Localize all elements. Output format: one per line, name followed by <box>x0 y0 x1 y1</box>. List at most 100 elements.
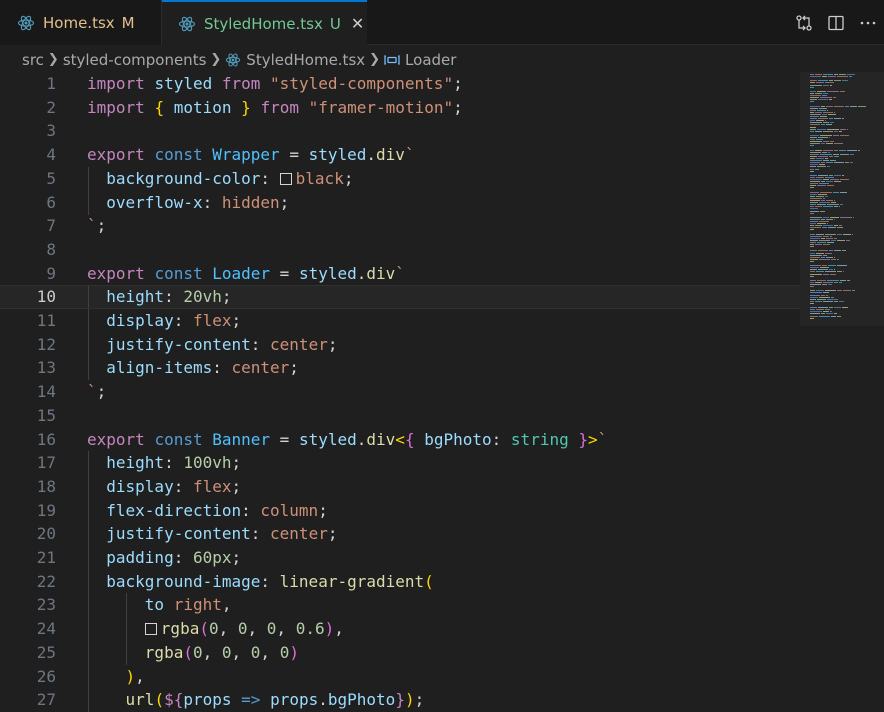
code-token: } <box>241 97 251 117</box>
tab-home-tsx[interactable]: Home.tsx M <box>0 0 162 45</box>
code-line[interactable]: 11 display: flex; <box>0 309 800 333</box>
minimap-line <box>826 256 833 258</box>
split-editor-icon[interactable] <box>820 0 852 45</box>
minimap-line <box>810 162 820 164</box>
minimap-line <box>820 97 832 99</box>
code-line[interactable]: 19 flex-direction: column; <box>0 498 800 523</box>
code-line[interactable]: 26 ), <box>0 664 800 689</box>
code-line[interactable]: 22 background-image: linear-gradient( <box>0 569 800 594</box>
minimap-line <box>810 197 822 199</box>
minimap-line <box>810 246 814 248</box>
breadcrumb-src[interactable]: src <box>22 51 44 69</box>
code-line[interactable]: 13 align-items: center; <box>0 356 800 381</box>
minimap-line <box>834 174 841 176</box>
code-token: < <box>395 429 405 449</box>
code-token: : <box>260 168 280 188</box>
code-token: const <box>154 263 203 283</box>
minimap-line <box>819 221 829 222</box>
code-line[interactable]: 2 import { motion } from "framer-motion"; <box>0 96 800 120</box>
minimap-line <box>821 143 825 145</box>
minimap-line <box>810 221 818 222</box>
minimap-line <box>810 239 818 241</box>
code-line[interactable]: 18 display: flex; <box>0 474 800 499</box>
minimap[interactable] <box>806 72 884 704</box>
minimap-line <box>815 130 822 132</box>
minimap-line <box>810 237 820 239</box>
breadcrumb-symbol[interactable]: Loader <box>405 51 456 69</box>
minimap-line <box>850 162 853 164</box>
minimap-line <box>834 225 838 227</box>
code-token: > <box>588 429 598 449</box>
tab-styledhome-tsx[interactable]: StyledHome.tsx U ✕ <box>162 0 367 45</box>
minimap-line <box>846 239 850 241</box>
color-swatch <box>144 623 157 636</box>
close-icon[interactable]: ✕ <box>351 14 364 33</box>
code-token: justify-content <box>106 524 251 544</box>
more-actions-icon[interactable] <box>852 0 884 45</box>
code-token: ) <box>125 666 136 686</box>
minimap-line <box>831 239 836 241</box>
minimap-line <box>823 160 829 162</box>
code-line[interactable]: 27 url(${props => props.bgPhoto}); <box>0 688 800 712</box>
code-line[interactable]: 4 export const Wrapper = styled.div` <box>0 143 800 167</box>
minimap-line <box>820 191 832 193</box>
minimap-line <box>843 271 844 273</box>
breadcrumb-file[interactable]: StyledHome.tsx <box>246 51 365 69</box>
line-number: 19 <box>36 500 56 520</box>
code-token: styled <box>298 429 357 449</box>
minimap-line <box>810 118 817 120</box>
minimap-line <box>817 204 826 206</box>
minimap-line <box>810 86 814 88</box>
minimap-line <box>810 216 822 218</box>
code-line[interactable]: 20 justify-content: center; <box>0 522 800 547</box>
code-token: , <box>221 595 232 615</box>
minimap-line <box>810 229 814 231</box>
tab-bar: Home.tsx M StyledHome.tsx U ✕ <box>0 0 884 45</box>
code-token: 0 <box>208 619 219 639</box>
code-line[interactable]: 1 import styled from "styled-components"; <box>0 72 800 96</box>
minimap-line <box>810 271 815 273</box>
minimap-line <box>817 242 826 243</box>
minimap-line <box>818 307 828 309</box>
minimap-line <box>834 74 838 75</box>
minimap-line <box>830 311 832 313</box>
code-line[interactable]: 7 `; <box>0 214 800 238</box>
minimap-line <box>827 128 839 130</box>
code-line[interactable]: 9 export const Loader = styled.div` <box>0 262 800 286</box>
code-line[interactable]: 21 padding: 60px; <box>0 546 800 570</box>
code-line[interactable]: 24 rgba(0, 0, 0, 0.6), <box>0 617 800 642</box>
minimap-line <box>834 300 838 302</box>
minimap-line <box>827 166 830 168</box>
code-line[interactable]: 3 <box>0 119 800 143</box>
code-line[interactable]: 6 overflow-x: hidden; <box>0 190 800 215</box>
minimap-line <box>821 294 825 296</box>
breadcrumb-folder[interactable]: styled-components <box>63 51 207 69</box>
code-line[interactable]: 15 <box>0 404 800 428</box>
code-line[interactable]: 10 height: 20vh; <box>0 285 800 310</box>
code-line[interactable]: 12 justify-content: center; <box>0 332 800 357</box>
code-line[interactable]: 25 rgba(0, 0, 0, 0) <box>0 640 800 665</box>
minimap-line <box>810 265 821 267</box>
code-line[interactable]: 16 export const Banner = styled.div<{ bgP… <box>0 428 800 452</box>
code-line[interactable]: 14 `; <box>0 380 800 404</box>
code-token: from <box>260 97 299 117</box>
minimap-line <box>842 80 848 82</box>
code-line[interactable]: 8 <box>0 238 800 262</box>
code-token: Wrapper <box>212 145 280 165</box>
minimap-line <box>823 235 829 237</box>
minimap-line <box>817 298 826 300</box>
minimap-line <box>810 166 816 168</box>
code-line[interactable]: 5 background-color: black; <box>0 166 800 191</box>
minimap-line <box>830 160 836 162</box>
minimap-line <box>829 99 832 101</box>
minimap-line <box>810 181 820 183</box>
minimap-line <box>810 311 822 313</box>
code-line[interactable]: 17 height: 100vh; <box>0 451 800 476</box>
minimap-line <box>821 162 825 164</box>
code-line[interactable]: 23 to right, <box>0 593 800 618</box>
code-editor[interactable]: 1 import styled from "styled-components";… <box>0 72 800 712</box>
minimap-line <box>837 76 848 78</box>
compare-changes-icon[interactable] <box>788 0 820 45</box>
